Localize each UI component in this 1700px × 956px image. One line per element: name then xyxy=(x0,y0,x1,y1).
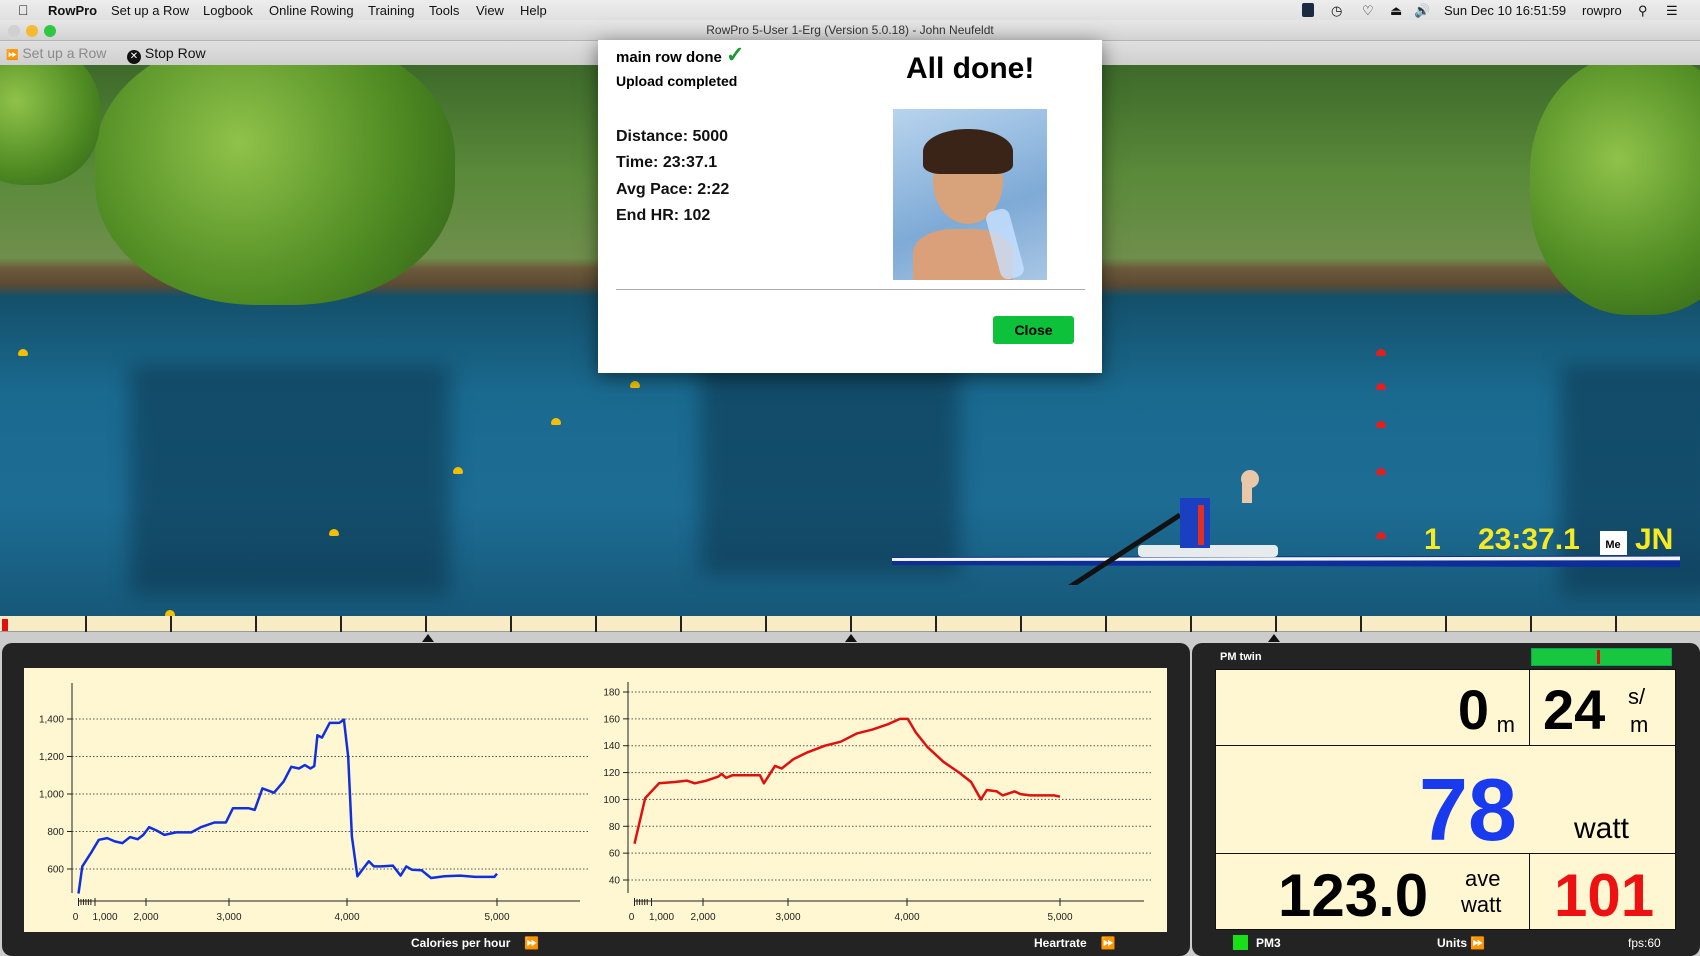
wifi-icon[interactable]: ♡ xyxy=(1362,3,1374,19)
close-button[interactable]: Close xyxy=(993,316,1074,344)
stat-distance: Distance: 5000 xyxy=(616,128,729,145)
ruler-tick xyxy=(1445,616,1447,632)
x-tick-label: 1,000 xyxy=(649,912,674,923)
y-tick-label: 160 xyxy=(603,714,620,725)
row-status-text: main row done xyxy=(616,49,722,66)
eject-icon[interactable]: ⏏ xyxy=(1390,3,1402,19)
x-tick-label: 5,000 xyxy=(1047,912,1072,923)
watts-unit: watt xyxy=(1574,812,1630,845)
x-tick-label: 0 xyxy=(629,912,635,923)
rower-initials: JN xyxy=(1635,523,1674,556)
stroke-rate-cell: 24 s/ m xyxy=(1529,669,1676,746)
x-tick-label: 3,000 xyxy=(216,912,241,923)
y-tick-label: 1,400 xyxy=(39,715,64,726)
red-buoy xyxy=(1376,383,1386,390)
split-marker-icon xyxy=(1268,634,1280,642)
watts-cell: 78 watt xyxy=(1215,745,1676,854)
stroke-rate-value: 24 xyxy=(1543,678,1606,741)
y-tick-label: 40 xyxy=(609,876,621,887)
x-tick-label: 4,000 xyxy=(894,912,919,923)
time-machine-icon[interactable]: ◷ xyxy=(1331,3,1342,19)
average-watts-unit-top: ave xyxy=(1465,866,1501,891)
monitor-title: PM twin xyxy=(1220,651,1262,663)
y-tick-label: 180 xyxy=(603,688,620,699)
dialog-heading: All done! xyxy=(906,52,1035,85)
notification-center-icon[interactable]: ☰ xyxy=(1666,3,1678,19)
x-tick-label: 0 xyxy=(73,912,79,923)
race-time: 23:37.1 xyxy=(1478,523,1580,556)
stat-avg-pace: Avg Pace: 2:22 xyxy=(616,181,730,198)
volume-icon[interactable]: 🔊 xyxy=(1414,3,1430,19)
distance-unit: m xyxy=(1496,712,1515,737)
stroke-rate-unit-bottom: m xyxy=(1630,712,1649,737)
rowpro-app-icon[interactable] xyxy=(1302,3,1314,17)
tree-right xyxy=(1530,65,1700,315)
menu-clock[interactable]: Sun Dec 10 16:51:59 xyxy=(1444,3,1566,18)
stroke-rate-unit-top: s/ xyxy=(1628,684,1646,709)
distance-cell: 0 m xyxy=(1215,669,1530,746)
heart-rate-cell: 101 xyxy=(1529,853,1676,930)
rower-neck xyxy=(1242,483,1252,503)
y-tick-label: 100 xyxy=(603,795,620,806)
x-tick-label: 3,000 xyxy=(775,912,800,923)
red-buoy xyxy=(1376,349,1386,356)
photo-hair xyxy=(923,129,1013,174)
x-tick-label: 2,000 xyxy=(690,912,715,923)
series-line xyxy=(77,718,498,894)
ruler-tick xyxy=(1615,616,1617,632)
x-tick-label: 2,000 xyxy=(133,912,158,923)
menu-user[interactable]: rowpro xyxy=(1582,3,1622,18)
fast-forward-icon: ⏩ xyxy=(1470,936,1486,950)
spotlight-icon[interactable]: ⚲ xyxy=(1638,3,1648,19)
y-tick-label: 120 xyxy=(603,768,620,779)
right-chart-label: Heartrate xyxy=(1034,936,1087,950)
y-tick-label: 800 xyxy=(47,827,64,838)
stat-end-hr: End HR: 102 xyxy=(616,207,711,224)
y-tick-label: 1,000 xyxy=(39,790,64,801)
units-label: Units xyxy=(1437,936,1467,950)
watts-value: 78 xyxy=(1419,760,1517,859)
y-tick-label: 60 xyxy=(609,849,621,860)
celebration-photo xyxy=(893,109,1047,280)
pm-label: PM3 xyxy=(1256,936,1281,950)
boat-tag-label: Me xyxy=(1605,539,1620,551)
average-watts-cell: 123.0 ave watt xyxy=(1215,853,1530,930)
heart-rate-value: 101 xyxy=(1554,862,1655,929)
fps-readout: fps:60 xyxy=(1628,936,1661,950)
left-chart-label: Calories per hour xyxy=(411,936,511,950)
average-watts-unit-bottom: watt xyxy=(1461,892,1502,917)
calories-per-hour-button[interactable]: Calories per hour ⏩ xyxy=(411,936,539,950)
distance-value: 0 xyxy=(1457,678,1489,741)
x-tick-label: 5,000 xyxy=(484,912,509,923)
y-tick-label: 1,200 xyxy=(39,752,64,763)
heartrate-button[interactable]: Heartrate ⏩ xyxy=(1034,936,1116,950)
x-tick-label: 1,000 xyxy=(92,912,117,923)
balance-meter xyxy=(1531,648,1672,666)
average-watts-value: 123.0 xyxy=(1278,862,1429,929)
row-status: main row done ✓ xyxy=(616,42,744,68)
divider xyxy=(616,289,1085,290)
checkmark-icon: ✓ xyxy=(726,42,745,67)
fast-forward-icon: ⏩ xyxy=(524,936,540,950)
pm-status-indicator xyxy=(1233,935,1248,950)
y-tick-label: 140 xyxy=(603,741,620,752)
row-complete-dialog: main row done ✓ Upload completed All don… xyxy=(598,40,1102,373)
race-position: 1 xyxy=(1424,523,1441,556)
upload-status: Upload completed xyxy=(616,73,738,89)
units-button[interactable]: Units ⏩ xyxy=(1437,936,1485,950)
y-tick-label: 600 xyxy=(47,865,64,876)
ruler-tick xyxy=(1275,616,1277,632)
series-line xyxy=(633,717,1061,844)
ruler-tick xyxy=(1360,616,1362,632)
x-tick-label: 4,000 xyxy=(334,912,359,923)
ruler-tick xyxy=(1530,616,1532,632)
stat-time: Time: 23:37.1 xyxy=(616,154,718,171)
fast-forward-icon: ⏩ xyxy=(1100,936,1116,950)
y-tick-label: 80 xyxy=(609,822,621,833)
balance-indicator xyxy=(1596,650,1600,664)
